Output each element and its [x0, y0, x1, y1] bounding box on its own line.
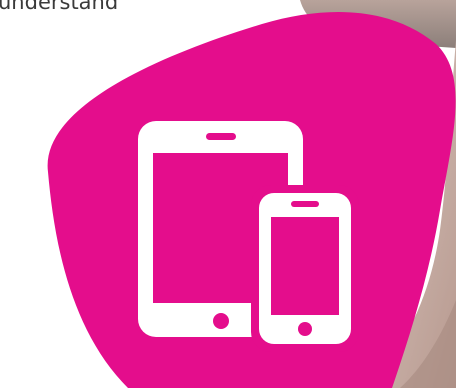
devices-illustration — [138, 121, 359, 352]
smartphone-icon — [259, 193, 351, 344]
hero-graphic: understand — [0, 0, 456, 388]
